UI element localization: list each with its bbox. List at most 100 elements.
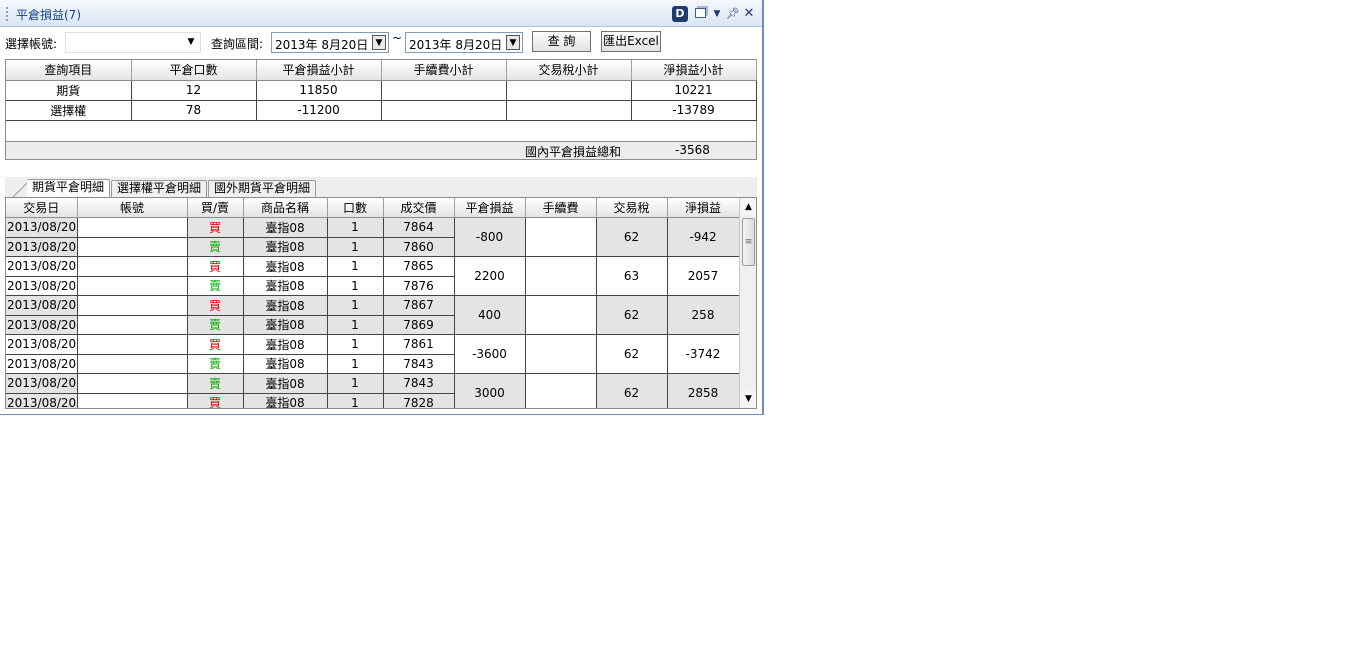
pin-icon[interactable]: 📌︎ [726,6,740,22]
detail-tabs: 期貨平倉明細 選擇權平倉明細 國外期貨平倉明細 [5,177,757,197]
column-header[interactable]: 平倉口數 [131,60,257,81]
trade-date-cell: 2013/08/20 [6,276,78,296]
drag-grip-icon[interactable] [6,7,8,21]
price-cell: 7876 [383,276,455,296]
qty-cell: 1 [327,237,384,257]
account-select[interactable]: ▼ [65,32,201,53]
summary-cell: 選擇權 [6,100,132,121]
column-header[interactable]: 交易日 [6,198,78,218]
table-row[interactable]: 2013/08/20 買臺指08 1 7864 -800 62 -942 [6,217,740,257]
column-header[interactable]: 平倉損益 [454,198,526,218]
fee-cell [525,334,597,374]
price-cell: 7861 [383,334,455,355]
vertical-scrollbar[interactable]: ▲ ≡ ▼ [739,198,756,408]
scroll-down-icon[interactable]: ▼ [741,391,756,407]
futures-detail-grid: 交易日 帳號 買/賣 商品名稱 口數 成交價 平倉損益 手續費 交易稅 淨損益 … [5,197,757,409]
column-header[interactable]: 帳號 [77,198,188,218]
account-cell [77,354,188,374]
account-cell [77,315,188,335]
chevron-down-icon[interactable]: ▼ [372,35,386,50]
export-excel-button[interactable]: 匯出Excel [601,31,661,52]
account-cell [77,276,188,296]
column-header[interactable]: 淨損益小計 [631,60,757,81]
total-value: -3568 [675,143,710,157]
summary-header-row: 查詢項目 平倉口數 平倉損益小計 手續費小計 交易稅小計 淨損益小計 [6,60,757,81]
column-header[interactable]: 成交價 [383,198,455,218]
chevron-down-icon[interactable]: ▼ [506,35,520,50]
table-row[interactable]: 2013/08/20 賣臺指08 1 7843 3000 62 2858 [6,373,740,408]
column-header[interactable]: 口數 [327,198,384,218]
account-cell [77,334,188,355]
summary-cell: 11850 [256,80,382,101]
account-cell [77,256,188,277]
qty-cell: 1 [327,373,384,394]
summary-row-options[interactable]: 選擇權 78 -11200 -13789 [6,100,757,121]
side-cell: 賣 [187,354,244,374]
tax-cell: 63 [596,256,668,296]
table-row[interactable]: 2013/08/20 買臺指08 1 7861 -3600 62 -3742 [6,334,740,374]
d-logo-icon[interactable]: D [672,6,688,22]
column-header[interactable]: 手續費 [525,198,597,218]
title-bar: 平倉損益(7) D ▼ 📌︎ ✕ [0,0,762,27]
account-cell [77,373,188,394]
price-cell: 7867 [383,295,455,316]
side-cell: 買 [187,334,244,355]
qty-cell: 1 [327,315,384,335]
product-cell: 臺指08 [243,354,328,374]
trade-date-cell: 2013/08/20 [6,295,78,316]
column-header[interactable]: 查詢項目 [6,60,132,81]
fee-cell [525,373,597,408]
column-header[interactable]: 手續費小計 [381,60,507,81]
column-header[interactable]: 買/賣 [187,198,244,218]
product-cell: 臺指08 [243,295,328,316]
column-header[interactable]: 商品名稱 [243,198,328,218]
scroll-up-icon[interactable]: ▲ [741,199,756,215]
total-label: 國內平倉損益總和 [525,145,622,159]
tab-foreign-futures-detail[interactable]: 國外期貨平倉明細 [208,180,317,197]
date-from-picker[interactable]: 2013年 8月20日 ▼ [271,32,389,53]
qty-cell: 1 [327,393,384,408]
table-row[interactable]: 2013/08/20 買臺指08 1 7867 400 62 258 [6,295,740,335]
table-row[interactable]: 2013/08/20 買臺指08 1 7865 2200 63 2057 [6,256,740,296]
qty-cell: 1 [327,295,384,316]
qty-cell: 1 [327,217,384,238]
summary-cell [506,100,632,121]
column-header[interactable]: 平倉損益小計 [256,60,382,81]
side-cell: 買 [187,295,244,316]
summary-row-futures[interactable]: 期貨 12 11850 10221 [6,80,757,101]
price-cell: 7864 [383,217,455,238]
date-to-picker[interactable]: 2013年 8月20日 ▼ [405,32,523,53]
date-separator: ~ [392,31,403,45]
tab-futures-detail[interactable]: 期貨平倉明細 [27,179,111,197]
close-icon[interactable]: ✕ [742,6,756,22]
column-header[interactable]: 交易稅 [596,198,668,218]
tab-options-detail[interactable]: 選擇權平倉明細 [111,180,208,197]
qty-cell: 1 [327,354,384,374]
summary-cell: 10221 [631,80,757,101]
side-cell: 賣 [187,237,244,257]
product-cell: 臺指08 [243,276,328,296]
account-label: 選擇帳號: [5,37,58,51]
chevron-down-icon[interactable]: ▼ [184,35,198,50]
window-icon[interactable] [692,6,708,22]
scroll-thumb[interactable]: ≡ [742,218,755,266]
tax-cell: 62 [596,334,668,374]
query-button[interactable]: 查 詢 [532,31,591,52]
trade-date-cell: 2013/08/20 [6,334,78,355]
net-cell: 2858 [667,373,740,408]
price-cell: 7865 [383,256,455,277]
product-cell: 臺指08 [243,237,328,257]
product-cell: 臺指08 [243,217,328,238]
side-cell: 買 [187,393,244,408]
product-cell: 臺指08 [243,393,328,408]
period-label: 查詢區間: [211,37,264,51]
summary-cell: -11200 [256,100,382,121]
summary-cell [506,80,632,101]
column-header[interactable]: 淨損益 [667,198,740,218]
trade-date-cell: 2013/08/20 [6,256,78,277]
column-header[interactable]: 交易稅小計 [506,60,632,81]
fee-cell [525,256,597,296]
query-toolbar: 選擇帳號: ▼ 查詢區間: 2013年 8月20日 ▼ ~ 2013年 8月20… [0,30,762,54]
detail-header-row: 交易日 帳號 買/賣 商品名稱 口數 成交價 平倉損益 手續費 交易稅 淨損益 [6,198,740,218]
chevron-down-icon[interactable]: ▼ [710,6,724,22]
